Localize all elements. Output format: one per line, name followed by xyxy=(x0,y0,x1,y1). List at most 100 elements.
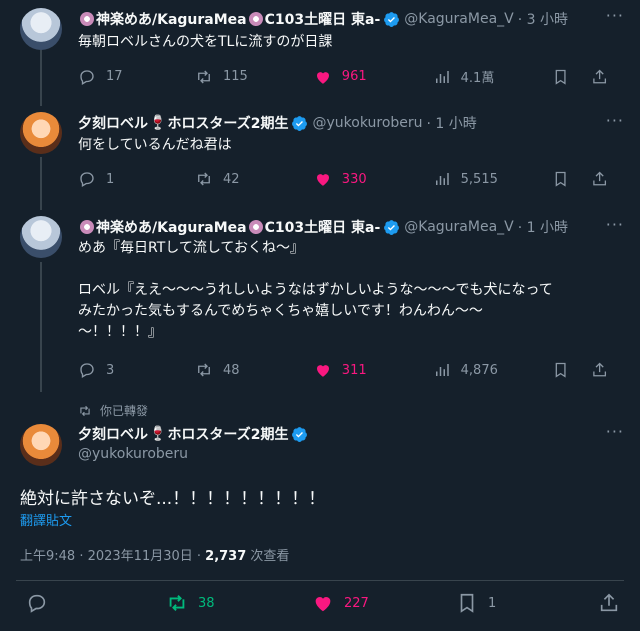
display-name[interactable]: 神楽めあ/KaguraMea xyxy=(96,9,247,29)
avatar[interactable] xyxy=(20,424,62,466)
display-name-suffix[interactable]: C103土曜日 東a- xyxy=(265,9,381,29)
analytics-icon xyxy=(435,70,449,83)
bookmark-icon xyxy=(460,593,474,613)
retweeted-label: 你已轉發 xyxy=(100,404,149,418)
more-icon[interactable]: ··· xyxy=(606,6,624,25)
like-count: 311 xyxy=(341,362,367,378)
retweet-button[interactable]: 38 xyxy=(166,592,215,614)
thread-tweet[interactable]: 神楽めあ/KaguraMea C103土曜日 東a- @KaguraMea_V … xyxy=(0,0,640,100)
like-button[interactable]: 330 xyxy=(314,170,433,188)
heart-icon xyxy=(316,365,329,377)
reply-icon xyxy=(80,363,94,378)
view-count: 2,737 xyxy=(205,549,247,564)
views-button[interactable]: 4.1萬 xyxy=(433,67,552,86)
retweet-icon xyxy=(198,172,210,186)
analytics-icon xyxy=(435,364,449,376)
retweeted-indicator: 你已轉發 xyxy=(78,402,148,419)
more-icon[interactable]: ··· xyxy=(606,111,624,130)
retweet-icon xyxy=(198,70,210,83)
display-name-suffix[interactable]: C103土曜日 東a- xyxy=(265,217,381,237)
views-button[interactable]: 4,876 xyxy=(433,361,552,379)
thread-tweet[interactable]: 夕刻ロベル 🍷 ホロスターズ2期生 @yukokuroberu · 1 小時 ·… xyxy=(0,106,640,206)
tweet-header: 神楽めあ/KaguraMea C103土曜日 東a- @KaguraMea_V … xyxy=(78,9,568,29)
flower-emoji-icon xyxy=(248,220,263,234)
views-button[interactable]: 5,515 xyxy=(433,170,552,188)
like-count: 961 xyxy=(341,69,367,84)
reply-button[interactable] xyxy=(26,592,48,614)
reply-count: 1 xyxy=(106,171,115,187)
reply-icon xyxy=(80,69,94,85)
like-count: 227 xyxy=(344,595,369,611)
retweet-button[interactable]: 115 xyxy=(195,68,314,86)
bookmark-count: 1 xyxy=(488,595,497,611)
translate-link[interactable]: 翻譯貼文 xyxy=(20,510,72,529)
tweet-actions: 3 48 311 4,876 xyxy=(78,361,608,379)
tweet-header: 夕刻ロベル 🍷 ホロスターズ2期生 xyxy=(78,424,312,444)
tweet-text: めあ『毎日RTして流しておくね～』 ロベル『ええ～～～うれしいようなはずかしいよ… xyxy=(78,240,553,340)
handle[interactable]: @KaguraMea_V xyxy=(404,11,513,27)
reply-button[interactable]: 1 xyxy=(78,170,195,188)
bookmark-icon[interactable] xyxy=(552,170,569,188)
retweet-count: 48 xyxy=(222,362,240,378)
like-button[interactable]: 227 xyxy=(312,592,369,614)
flower-emoji-icon xyxy=(248,12,263,26)
handle[interactable]: @KaguraMea_V xyxy=(404,219,513,235)
tweet-text: 何をしているんだね君は xyxy=(78,137,232,153)
avatar[interactable] xyxy=(20,112,62,154)
timestamp[interactable]: · 1 小時 xyxy=(518,217,568,237)
reply-count: 17 xyxy=(106,69,123,84)
reply-button[interactable]: 17 xyxy=(78,68,195,86)
retweet-count: 38 xyxy=(198,595,215,611)
verified-badge-icon xyxy=(384,219,400,235)
timestamp[interactable]: · 1 小時 xyxy=(427,113,477,133)
view-count: 4.1萬 xyxy=(460,71,495,86)
retweet-button[interactable]: 42 xyxy=(195,170,314,188)
tweet-header: 夕刻ロベル 🍷 ホロスターズ2期生 @yukokuroberu · 1 小時 xyxy=(78,113,477,133)
bookmark-icon[interactable] xyxy=(552,68,569,86)
verified-badge-icon xyxy=(292,426,308,442)
display-name[interactable]: 夕刻ロベル xyxy=(78,424,148,444)
reply-button[interactable]: 3 xyxy=(78,361,195,379)
display-name[interactable]: 夕刻ロベル xyxy=(78,113,148,133)
retweet-count: 115 xyxy=(222,69,248,84)
verified-badge-icon xyxy=(384,11,400,27)
main-tweet-actions: 38 227 1 xyxy=(0,592,640,624)
bookmark-button[interactable]: 1 xyxy=(456,592,496,614)
avatar[interactable] xyxy=(20,8,62,50)
bookmark-icon[interactable] xyxy=(552,361,569,379)
retweet-count: 42 xyxy=(222,171,240,187)
like-button[interactable]: 961 xyxy=(314,68,433,86)
retweet-icon xyxy=(198,363,210,377)
timestamp[interactable]: 上午9:48 · 2023年11月30日 · xyxy=(20,549,205,564)
thread-tweet[interactable]: 神楽めあ/KaguraMea C103土曜日 東a- @KaguraMea_V … xyxy=(0,212,640,392)
tweet-meta: 上午9:48 · 2023年11月30日 · 2,737 次查看 xyxy=(20,545,289,564)
tweet-text: 毎朝ロベルさんの犬をTLに流すのが日課 xyxy=(78,34,333,50)
display-name-suffix[interactable]: ホロスターズ2期生 xyxy=(167,113,288,133)
timestamp[interactable]: · 3 小時 xyxy=(518,9,568,29)
reply-count: 3 xyxy=(106,362,115,378)
tweet-actions: 17 115 961 4.1萬 xyxy=(78,67,608,86)
display-name[interactable]: 神楽めあ/KaguraMea xyxy=(96,217,247,237)
wine-glass-icon: 🍷 xyxy=(149,426,167,442)
avatar[interactable] xyxy=(20,216,62,258)
handle[interactable]: @yukokuroberu xyxy=(78,446,188,462)
more-icon[interactable]: ··· xyxy=(606,422,624,441)
heart-icon xyxy=(316,174,329,186)
share-icon[interactable] xyxy=(591,68,608,86)
reply-icon xyxy=(80,172,94,187)
divider xyxy=(16,580,624,581)
reply-icon xyxy=(28,594,46,613)
share-icon[interactable] xyxy=(591,170,608,188)
more-icon[interactable]: ··· xyxy=(606,215,624,234)
share-button[interactable] xyxy=(598,592,620,614)
retweet-button[interactable]: 48 xyxy=(195,361,314,379)
share-icon xyxy=(600,593,618,612)
share-icon[interactable] xyxy=(591,361,608,379)
main-tweet-text: 絶対に許さないぞ...！！！！！！！！！ xyxy=(20,489,326,509)
display-name-suffix[interactable]: ホロスターズ2期生 xyxy=(167,424,288,444)
heart-icon xyxy=(316,71,329,84)
view-count: 5,515 xyxy=(460,171,498,187)
flower-emoji-icon xyxy=(80,12,94,26)
handle[interactable]: @yukokuroberu xyxy=(312,115,422,131)
like-button[interactable]: 311 xyxy=(314,361,433,379)
